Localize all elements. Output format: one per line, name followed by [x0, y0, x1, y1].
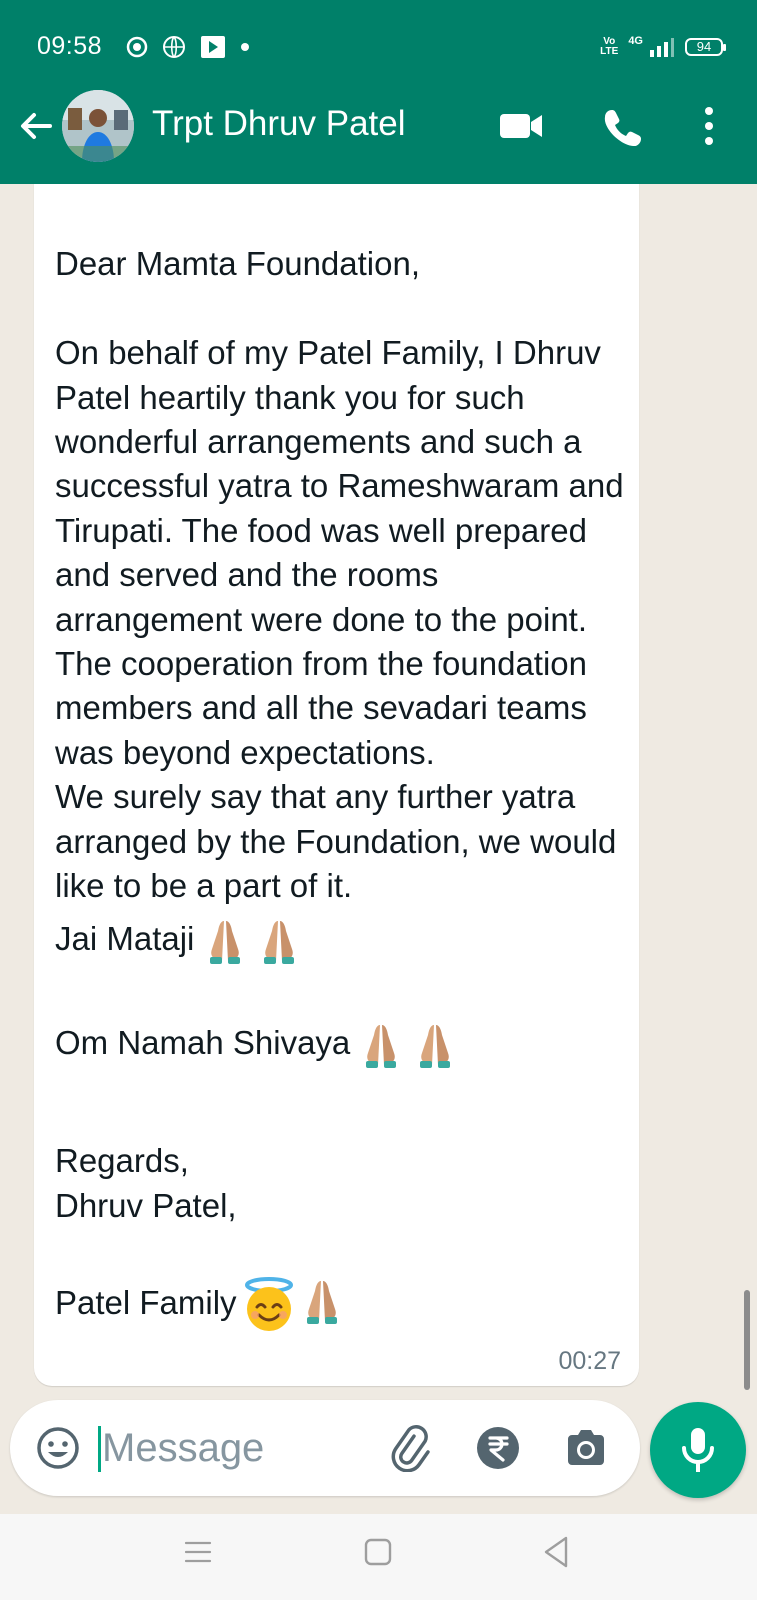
more-notifications-dot-icon — [241, 43, 249, 51]
home-icon[interactable] — [362, 1536, 394, 1568]
volte-indicator: Vo LTE — [600, 36, 619, 57]
folded-hands-emoji-icon — [366, 1025, 397, 1069]
message-body: Dear Mamta Foundation, On behalf of my P… — [55, 198, 630, 1377]
emoji-icon[interactable] — [34, 1424, 82, 1472]
camera-icon[interactable] — [562, 1424, 610, 1472]
recent-apps-icon[interactable] — [182, 1536, 214, 1568]
folded-hands-emoji-icon — [420, 1025, 451, 1069]
message-input-bar — [0, 1390, 757, 1514]
message-input[interactable] — [102, 1418, 352, 1478]
chat-scrollbar[interactable] — [744, 1290, 750, 1390]
status-system-icons: Vo LTE 4G 94 — [600, 32, 726, 62]
battery-indicator: 94 — [685, 38, 726, 56]
rupee-icon[interactable] — [474, 1424, 522, 1472]
video-player-notification-icon — [201, 36, 225, 58]
message-regards: Regards, Dhruv Patel, — [55, 1142, 237, 1224]
chrome-notification-icon — [126, 36, 148, 58]
status-bar: 09:58 Vo LTE 4G 94 — [0, 0, 757, 92]
text-cursor — [98, 1426, 101, 1472]
message-text: Dear Mamta Foundation, On behalf of my P… — [55, 245, 624, 905]
folded-hands-emoji-icon — [210, 920, 241, 964]
mic-icon — [682, 1428, 714, 1472]
chat-header: 09:58 Vo LTE 4G 94 Trpt Dhruv Patel — [0, 0, 757, 184]
message-line-patel-family: Patel Family — [55, 1273, 630, 1333]
paperclip-icon[interactable] — [386, 1424, 434, 1472]
arrow-left-icon[interactable] — [16, 106, 56, 146]
avatar-image — [62, 90, 134, 162]
composer-box — [10, 1400, 640, 1496]
system-navigation-bar — [0, 1514, 757, 1600]
smiling-face-with-halo-emoji-icon — [244, 1276, 293, 1331]
status-time: 09:58 — [37, 32, 103, 60]
signal-strength-icon — [650, 38, 674, 57]
phone-icon[interactable] — [602, 106, 642, 146]
network-type-label: 4G — [628, 35, 643, 47]
globe-notification-icon — [163, 36, 185, 58]
nav-back-icon[interactable] — [540, 1534, 572, 1570]
message-timestamp: 00:27 — [558, 1347, 621, 1375]
emoji-group — [241, 1276, 343, 1333]
video-camera-icon[interactable] — [498, 110, 544, 142]
incoming-message-bubble[interactable]: Dear Mamta Foundation, On behalf of my P… — [34, 184, 639, 1386]
emoji-group — [360, 1021, 456, 1069]
message-line-jai-mataji: Jai Mataji — [55, 909, 630, 969]
patel-family-text: Patel Family — [55, 1283, 237, 1321]
contact-avatar[interactable] — [62, 90, 134, 162]
chat-messages-area[interactable]: Dear Mamta Foundation, On behalf of my P… — [0, 184, 757, 1390]
jai-mataji-text: Jai Mataji — [55, 919, 195, 957]
message-line-om-namah-shivaya: Om Namah Shivaya — [55, 1013, 630, 1073]
om-namah-shivaya-text: Om Namah Shivaya — [55, 1023, 351, 1061]
voice-message-button[interactable] — [650, 1402, 746, 1498]
more-vert-icon[interactable] — [696, 104, 722, 148]
folded-hands-emoji-icon — [306, 1280, 337, 1324]
contact-name[interactable]: Trpt Dhruv Patel — [152, 104, 406, 144]
emoji-group — [204, 917, 300, 965]
folded-hands-emoji-icon — [264, 920, 295, 964]
status-notification-icons — [126, 32, 250, 62]
chat-toolbar: Trpt Dhruv Patel — [0, 84, 757, 180]
